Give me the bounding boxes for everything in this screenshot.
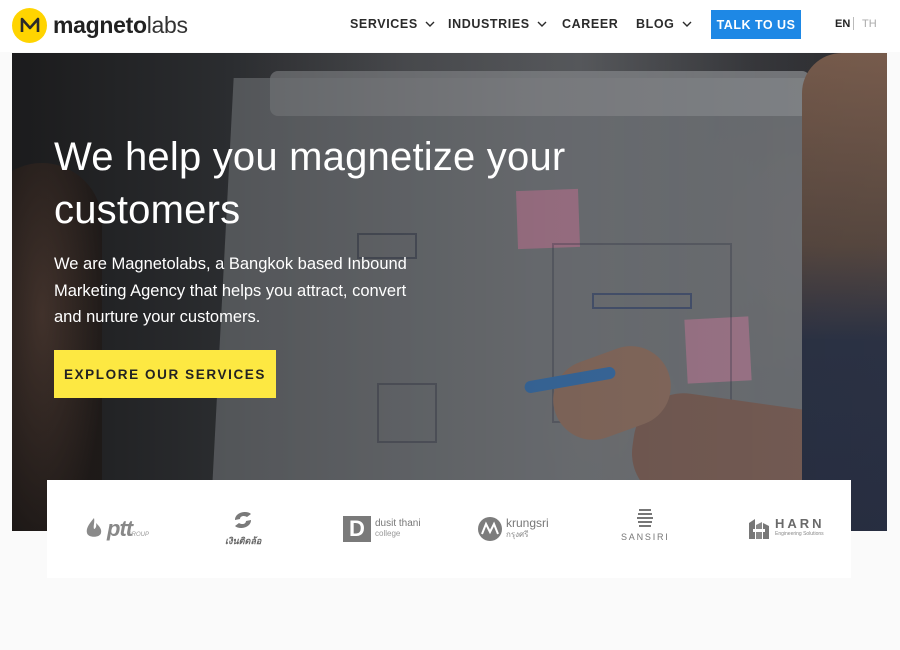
nav-blog-label: BLOG: [636, 17, 675, 31]
ptt-flame-icon: [86, 518, 102, 537]
nav-career-label: CAREER: [562, 17, 619, 31]
explore-services-button[interactable]: EXPLORE OUR SERVICES: [54, 350, 276, 398]
hero-subtext: We are Magnetolabs, a Bangkok based Inbo…: [54, 255, 407, 326]
magnetolabs-logo[interactable]: magnetolabs: [12, 7, 188, 43]
sansiri-wordmark: SANSIRI: [621, 532, 670, 542]
hero-headline: We help you magnetize your customers: [54, 135, 566, 232]
krungsri-line2: กรุงศรี: [506, 530, 529, 539]
hero-section: We help you magnetize your customers We …: [12, 53, 887, 531]
client-logo-dusit-thani: D dusit thani college: [343, 508, 421, 550]
client-logos-strip: ptt GROUP เงินติดล้อ D dusit thani colle…: [47, 480, 851, 578]
chevron-down-icon: [425, 21, 435, 27]
chevron-down-icon: [537, 21, 547, 27]
sansiri-stripes-icon: [637, 509, 654, 527]
dusit-line1: dusit thani: [375, 518, 421, 529]
logo-wordmark-light: labs: [146, 11, 188, 38]
client-logo-harn: HARN Engineering Solutions: [747, 508, 825, 550]
lang-en-link[interactable]: EN: [835, 18, 850, 30]
chevron-down-icon: [682, 21, 692, 27]
client-logo-sansiri: SANSIRI: [621, 508, 670, 550]
logo-wordmark-bold: magneto: [53, 11, 147, 38]
dusit-d-icon: D: [343, 516, 371, 542]
ptt-wordmark: ptt: [107, 516, 133, 541]
nav-blog[interactable]: BLOG: [636, 17, 692, 31]
logo-wordmark: magnetolabs: [53, 12, 188, 39]
lang-divider: [853, 17, 854, 30]
nav-services-label: SERVICES: [350, 17, 418, 31]
client-logo-ngern: เงินติดล้อ: [225, 508, 261, 550]
ngern-wordmark: เงินติดล้อ: [225, 536, 262, 546]
nav-industries-label: INDUSTRIES: [448, 17, 530, 31]
dusit-line2: college: [375, 529, 401, 538]
talk-to-us-button[interactable]: TALK TO US: [711, 10, 801, 39]
nav-career[interactable]: CAREER: [562, 17, 618, 31]
krungsri-emblem-icon: [478, 517, 502, 541]
harn-building-icon: [749, 519, 769, 539]
client-logo-ptt: ptt GROUP: [85, 508, 149, 550]
harn-line2: Engineering Solutions: [775, 531, 824, 537]
nav-services[interactable]: SERVICES: [350, 17, 435, 31]
client-logo-krungsri: krungsri กรุงศรี: [477, 508, 549, 550]
m-letter-icon: [20, 17, 39, 32]
krungsri-line1: krungsri: [506, 516, 549, 530]
ptt-sub: GROUP: [127, 532, 150, 538]
nav-industries[interactable]: INDUSTRIES: [448, 17, 547, 31]
site-header: magnetolabs SERVICES INDUSTRIES CAREER B…: [0, 0, 900, 52]
lang-th-link[interactable]: TH: [862, 18, 877, 30]
logo-badge-icon: [12, 7, 47, 43]
harn-line1: HARN: [775, 516, 825, 531]
ngern-tid-lor-mark-icon: [235, 512, 252, 528]
